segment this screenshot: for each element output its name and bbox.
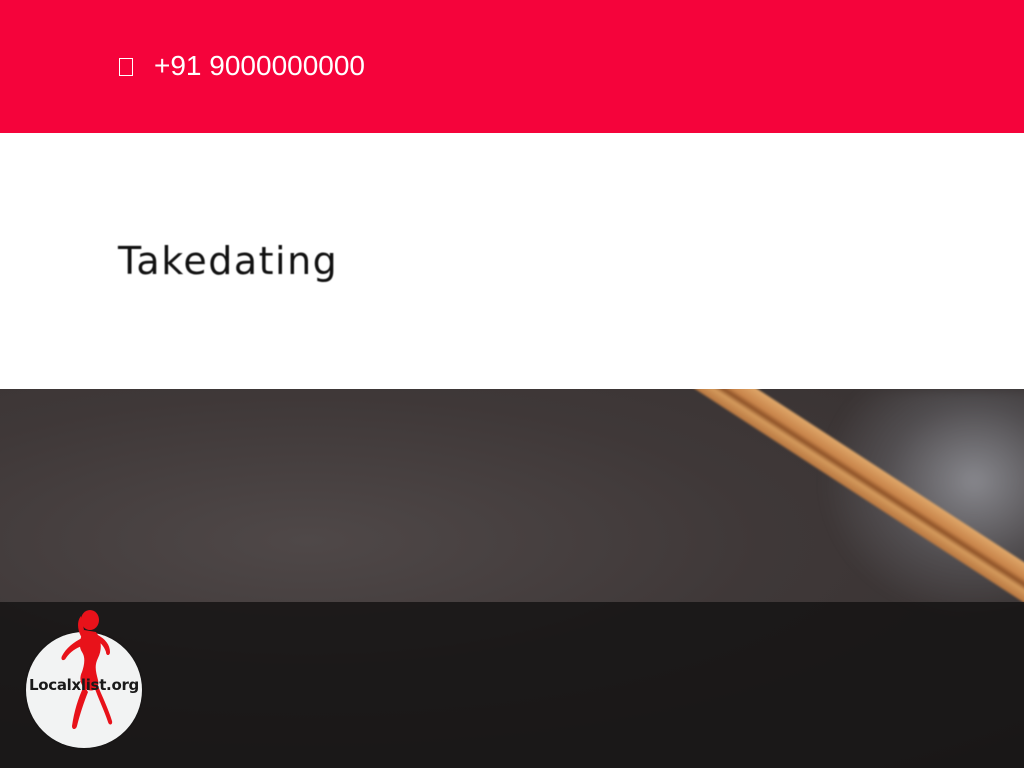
phone-number[interactable]: +91 9000000000 [154, 50, 365, 82]
site-logo[interactable]: Takedating [118, 239, 338, 283]
localxlist-badge[interactable]: Localxlist.org [26, 608, 142, 748]
hero-dark-overlay [0, 602, 1024, 768]
top-bar: +91 9000000000 [0, 0, 1024, 133]
phone-contact[interactable]: +91 9000000000 [119, 50, 365, 82]
hero-banner [0, 389, 1024, 768]
badge-label: Localxlist.org [28, 676, 139, 694]
site-header: Takedating [0, 133, 1024, 389]
woman-silhouette-icon [61, 610, 113, 729]
phone-icon [119, 58, 133, 76]
